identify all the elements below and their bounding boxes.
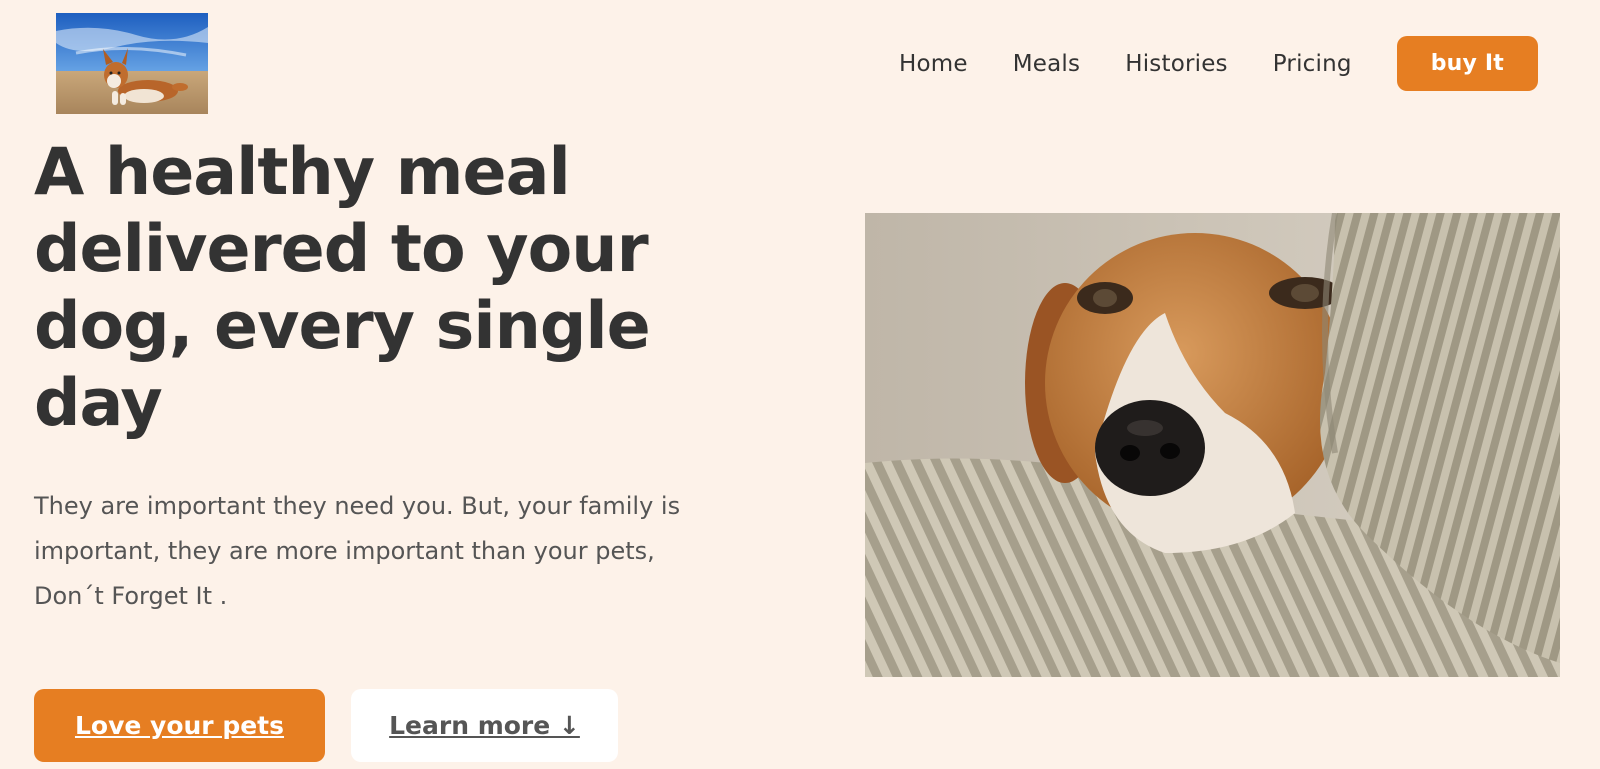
hero-title: A healthy meal delivered to your dog, ev… xyxy=(34,135,651,441)
love-your-pets-button[interactable]: Love your pets xyxy=(34,689,325,762)
hero-description-line: Don´t Forget It . xyxy=(34,582,228,610)
hero-description-line: important, they are more important than … xyxy=(34,537,655,565)
main-nav: Home Meals Histories Pricing buy It xyxy=(899,36,1538,91)
corgi-photo-icon xyxy=(56,13,208,114)
hero-beagle-image xyxy=(865,213,1560,677)
hero-description: They are important they need you. But, y… xyxy=(34,484,754,619)
learn-more-button[interactable]: Learn more ↓ xyxy=(351,689,618,762)
nav-home[interactable]: Home xyxy=(899,51,968,77)
nav-meals[interactable]: Meals xyxy=(1013,51,1080,77)
beagle-photo-icon xyxy=(865,213,1560,677)
nav-pricing[interactable]: Pricing xyxy=(1273,51,1352,77)
buy-it-button[interactable]: buy It xyxy=(1396,36,1538,91)
landing-page: Home Meals Histories Pricing buy It A he… xyxy=(0,0,1600,769)
logo-corgi-image[interactable] xyxy=(56,13,208,114)
nav-histories[interactable]: Histories xyxy=(1125,51,1228,77)
hero-description-line: They are important they need you. But, y… xyxy=(34,492,681,520)
